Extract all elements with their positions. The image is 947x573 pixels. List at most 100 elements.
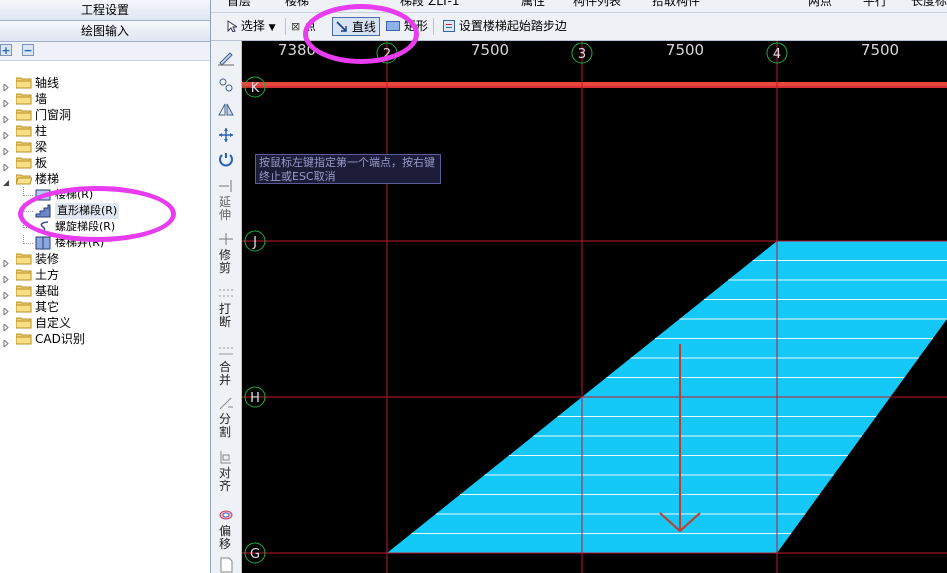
tree-child-item[interactable]: 楼梯井(R) — [0, 235, 210, 251]
instance-select[interactable]: ZLT-1 — [428, 0, 459, 11]
select-label: 选择 — [240, 19, 265, 33]
tree-item[interactable]: 自定义 — [0, 315, 210, 333]
dimension-label: 7500 — [666, 41, 704, 59]
expand-arrow-icon[interactable] — [3, 303, 10, 317]
merge-icon[interactable] — [216, 343, 236, 359]
expand-arrow-icon[interactable] — [3, 127, 10, 141]
expand-arrow-icon[interactable] — [3, 95, 10, 109]
folder-icon — [15, 333, 32, 345]
rotate-icon[interactable] — [216, 151, 236, 167]
axis-label: 4 — [773, 47, 781, 62]
move-icon[interactable] — [216, 127, 236, 143]
trim-tool[interactable]: 修剪 — [217, 249, 233, 277]
pen-icon[interactable] — [216, 50, 236, 66]
trim-icon[interactable] — [216, 231, 236, 247]
extend-icon[interactable] — [216, 178, 236, 194]
expand-arrow-icon[interactable] — [3, 111, 10, 125]
segment-select[interactable]: 梯段 — [400, 0, 424, 11]
tree-item-label: 楼梯 — [35, 172, 60, 186]
break-tool[interactable]: 打断 — [217, 303, 233, 337]
tree-item-label: 门窗洞 — [35, 108, 72, 122]
tree-item[interactable]: 轴线 — [0, 75, 210, 93]
wave-pattern-icon[interactable] — [216, 77, 236, 93]
tree-item[interactable]: 基础 — [0, 283, 210, 301]
parallel-button[interactable]: 平行 — [863, 0, 887, 11]
expand-arrow-icon[interactable] — [3, 287, 10, 301]
tree-item-label: 基础 — [35, 284, 60, 298]
tree-child-item[interactable]: 螺旋梯段(R) — [0, 219, 210, 235]
cad-drawing[interactable]: 7380 7500 7500 7500 2 3 4 K J H G — [242, 41, 947, 573]
tree-toolbar: + − — [0, 42, 210, 61]
line-button[interactable]: 直线 — [332, 17, 380, 36]
expand-arrow-icon[interactable] — [3, 143, 10, 157]
collapse-all-icon[interactable]: − — [22, 44, 34, 56]
dimension-label: 7500 — [861, 41, 899, 59]
tree-item[interactable]: 装修 — [0, 251, 210, 269]
point-icon: ⊠ — [291, 20, 301, 33]
tree-connector — [23, 235, 33, 244]
expand-arrow-icon[interactable] — [3, 159, 10, 173]
length-mark-button[interactable]: 长度标 — [911, 0, 947, 11]
mirror-icon[interactable] — [216, 101, 236, 117]
tree-item[interactable]: 其它 — [0, 299, 210, 317]
tree-item[interactable]: 梁 — [0, 139, 210, 157]
folder-icon — [15, 157, 32, 169]
merge-tool[interactable]: 合并 — [217, 361, 233, 389]
category-select[interactable]: 楼梯 — [285, 0, 309, 11]
tree-item[interactable]: 柱 — [0, 123, 210, 141]
split-tool[interactable]: 分割 — [217, 413, 233, 441]
properties-button[interactable]: 属性 — [521, 0, 545, 11]
tree-connector — [23, 187, 33, 196]
floor-select[interactable]: 首层 — [227, 0, 251, 11]
set-start-step-edge-button[interactable]: 设置楼梯起始踏步边 — [443, 17, 567, 36]
expand-arrow-icon[interactable] — [3, 79, 10, 93]
tree-item[interactable]: CAD识别 — [0, 331, 210, 349]
two-points-button[interactable]: 两点 — [808, 0, 832, 11]
align-icon[interactable] — [216, 449, 236, 465]
chevron-down-icon[interactable]: ▼ — [269, 23, 276, 33]
tree-item[interactable]: 楼梯 — [0, 171, 210, 187]
expand-arrow-icon[interactable] — [3, 271, 10, 285]
tree-child-item[interactable]: 直形梯段(R) — [0, 203, 210, 219]
top-toolbar: 首层 楼梯 梯段 ZLT-1 属性 构件列表 拾取构件 两点 平行 长度标 — [211, 0, 947, 13]
expand-arrow-icon[interactable] — [3, 335, 10, 349]
tree-item[interactable]: 板 — [0, 155, 210, 173]
component-list-button[interactable]: 构件列表 — [573, 0, 621, 11]
tree-connector — [23, 219, 33, 228]
extend-tool[interactable]: 延伸 — [217, 196, 233, 224]
axis-label: K — [251, 81, 260, 96]
drawing-canvas[interactable]: 7380 7500 7500 7500 2 3 4 K J H G 按鼠标左键指定第一个端点，按右键… — [242, 41, 947, 573]
select-button[interactable]: 选择 ▼ — [227, 17, 276, 36]
edit-tool-strip: 延伸 修剪 打断 合并 分割 对齐 偏移 — [211, 41, 242, 573]
axis-label: G — [250, 547, 260, 562]
project-settings-header[interactable]: 工程设置 — [0, 0, 210, 21]
left-panel: 工程设置 绘图输入 + − 轴线墙门窗洞柱梁板楼梯 楼梯(R) 直形梯段(R) 螺旋梯… — [0, 0, 211, 573]
expand-all-icon[interactable]: + — [0, 44, 12, 56]
tree-item[interactable]: 土方 — [0, 267, 210, 285]
axis-label: H — [250, 391, 260, 406]
tree-item-label: 柱 — [35, 124, 48, 138]
axis-label: 3 — [578, 47, 586, 62]
tree-connector — [23, 203, 33, 212]
line-tool-icon — [336, 21, 347, 32]
expand-arrow-icon[interactable] — [3, 255, 10, 269]
document-icon[interactable] — [216, 557, 236, 573]
pick-component-button[interactable]: 拾取构件 — [652, 0, 700, 11]
draw-toolbar: 选择 ▼ ⊠ 点 直线 矩形 设置楼梯起始踏步边 — [211, 13, 947, 41]
expand-arrow-icon[interactable] — [3, 319, 10, 333]
break-icon[interactable] — [216, 285, 236, 301]
split-icon[interactable] — [216, 395, 236, 411]
folder-icon — [15, 317, 32, 329]
offset-icon[interactable] — [216, 507, 236, 523]
point-button[interactable]: ⊠ 点 — [291, 17, 316, 36]
collapse-arrow-icon[interactable] — [3, 175, 10, 186]
tree-item-label: 墙 — [35, 92, 48, 106]
tree-child-item[interactable]: 楼梯(R) — [0, 187, 210, 203]
drawing-input-header[interactable]: 绘图输入 — [0, 21, 210, 42]
rectangle-button[interactable]: 矩形 — [386, 17, 428, 36]
tree-item[interactable]: 墙 — [0, 91, 210, 109]
align-tool[interactable]: 对齐 — [217, 467, 233, 501]
offset-tool[interactable]: 偏移 — [217, 525, 233, 553]
tree-item[interactable]: 门窗洞 — [0, 107, 210, 125]
line-label: 直线 — [351, 20, 376, 34]
